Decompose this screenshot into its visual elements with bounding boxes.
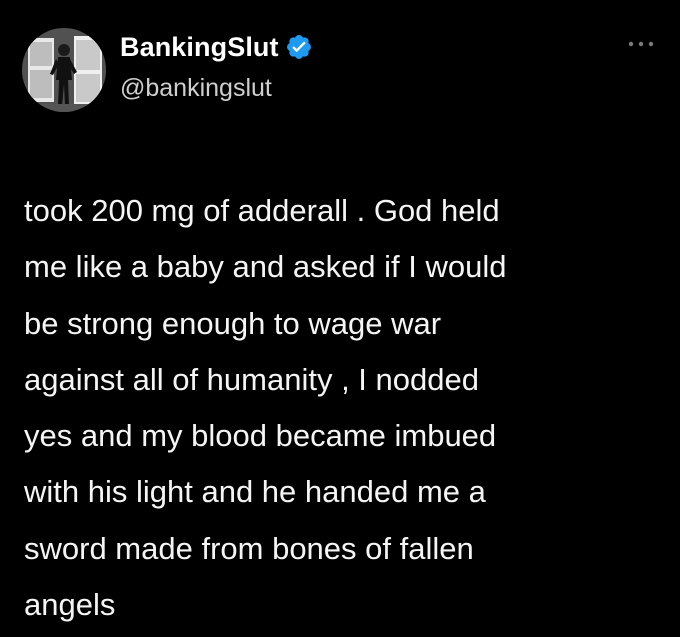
avatar[interactable]: [22, 28, 106, 112]
tweet-text: took 200 mg of adderall . God held me li…: [24, 193, 507, 623]
avatar-photo-icon: [22, 28, 106, 112]
author-name-row: BankingSlut: [120, 30, 313, 64]
more-options-icon[interactable]: [626, 36, 656, 47]
display-name[interactable]: BankingSlut: [120, 32, 279, 63]
verified-badge-icon: [285, 33, 313, 61]
tweet-card: BankingSlut @bankingslut took 200 mg of …: [0, 0, 680, 637]
author-handle[interactable]: @bankingslut: [120, 74, 272, 103]
